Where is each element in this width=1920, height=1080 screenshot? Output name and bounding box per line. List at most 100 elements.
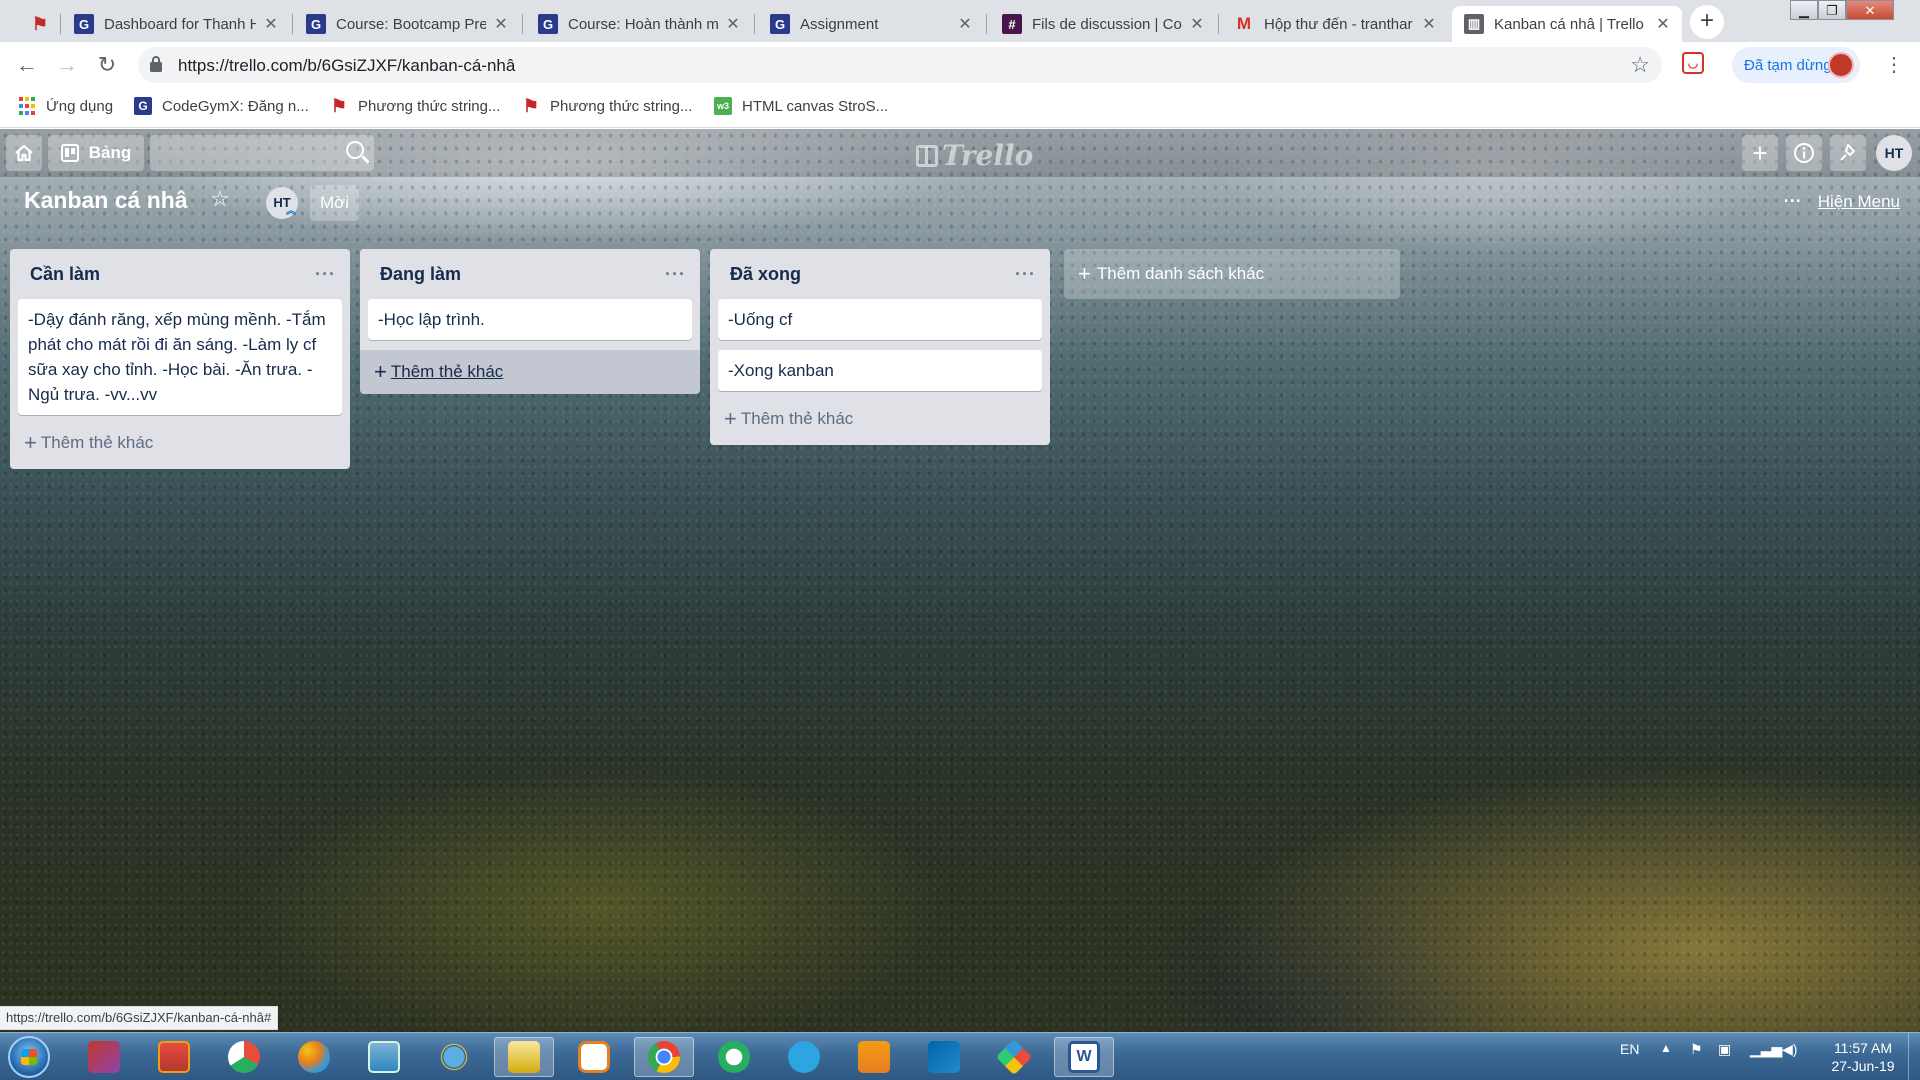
list-header[interactable]: Đang làm ···	[368, 249, 692, 299]
show-menu-button[interactable]: ··· Hiện Menu	[1784, 191, 1900, 212]
bookmark-label: Phương thức string...	[550, 97, 693, 115]
volume-icon[interactable]: ◀)	[1782, 1041, 1797, 1058]
codegym-icon: G	[74, 14, 94, 34]
close-tab-icon[interactable]: ✕	[724, 14, 742, 34]
list-title[interactable]: Đang làm	[380, 264, 461, 285]
taskbar-app[interactable]	[844, 1037, 904, 1077]
card[interactable]: -Xong kanban	[718, 350, 1042, 391]
search-icon[interactable]	[346, 141, 364, 159]
list-header[interactable]: Đã xong ···	[718, 249, 1042, 299]
bookmark-string-methods-1[interactable]: ⚑ Phương thức string...	[330, 96, 501, 116]
taskbar-app[interactable]	[214, 1037, 274, 1077]
bookmark-codegymx[interactable]: G CodeGymX: Đăng n...	[134, 97, 309, 115]
board-title[interactable]: Kanban cá nhâ	[24, 187, 188, 214]
codegym-icon: G	[770, 14, 790, 34]
tab-slack-discussion[interactable]: # Fils de discussion | Coc ✕	[990, 6, 1216, 42]
boards-button[interactable]: Bảng	[48, 135, 144, 171]
taskbar-app[interactable]	[914, 1037, 974, 1077]
power-icon[interactable]: ▣	[1718, 1041, 1731, 1058]
card[interactable]: -Dậy đánh răng, xếp mùng mềnh. -Tắm phát…	[18, 299, 342, 415]
taskbar-app[interactable]	[774, 1037, 834, 1077]
tab-course-hoan-thanh[interactable]: G Course: Hoàn thành m ✕	[526, 6, 752, 42]
taskbar-app[interactable]	[424, 1037, 484, 1077]
reload-button[interactable]: ↻	[92, 50, 122, 80]
taskbar-app[interactable]	[74, 1037, 134, 1077]
close-tab-icon[interactable]: ✕	[1420, 14, 1438, 34]
invite-button[interactable]: Mời	[310, 185, 360, 221]
bookmark-html-canvas[interactable]: w3 HTML canvas StroS...	[714, 97, 888, 115]
add-card-button[interactable]: + Thêm thẻ khác	[360, 350, 700, 394]
lock-icon[interactable]	[150, 56, 162, 72]
start-button[interactable]	[8, 1036, 50, 1078]
network-icon[interactable]: ▁▃▅	[1750, 1041, 1782, 1058]
info-button[interactable]	[1786, 135, 1822, 171]
add-list-button[interactable]: + Thêm danh sách khác	[1064, 249, 1400, 299]
tab-title: Kanban cá nhâ | Trello	[1494, 15, 1644, 33]
action-center-icon[interactable]: ⚑	[1690, 1041, 1703, 1058]
taskbar-app[interactable]	[494, 1037, 554, 1077]
tab-dashboard[interactable]: G Dashboard for Thanh H ✕	[62, 6, 290, 42]
show-hidden-icons-icon[interactable]: ▲	[1660, 1041, 1672, 1055]
trello-logo-icon	[916, 144, 938, 167]
list-menu-icon[interactable]: ···	[315, 264, 336, 285]
close-tab-icon[interactable]: ✕	[1654, 14, 1672, 34]
taskbar-app[interactable]	[704, 1037, 764, 1077]
taskbar-app[interactable]: W	[1054, 1037, 1114, 1077]
list-menu-icon[interactable]: ···	[1015, 264, 1036, 285]
gmail-icon: M	[1236, 14, 1252, 33]
taskbar-app[interactable]	[634, 1037, 694, 1077]
taskbar-app[interactable]	[284, 1037, 344, 1077]
maximize-window-button[interactable]: ❐	[1818, 0, 1846, 20]
forward-button[interactable]: →	[52, 50, 82, 80]
new-tab-button[interactable]: +	[1690, 5, 1724, 39]
browser-menu-icon[interactable]: ⋮	[1884, 52, 1904, 77]
search-input[interactable]	[150, 135, 374, 171]
add-card-button[interactable]: + Thêm thẻ khác	[718, 401, 1042, 437]
bookmark-apps[interactable]: Ứng dụng	[18, 97, 113, 115]
list-menu-icon[interactable]: ···	[665, 264, 686, 285]
close-tab-icon[interactable]: ✕	[492, 14, 510, 34]
taskbar-app[interactable]	[144, 1037, 204, 1077]
taskbar-app[interactable]	[564, 1037, 624, 1077]
minimize-window-button[interactable]: ▁	[1790, 0, 1818, 20]
close-tab-icon[interactable]: ✕	[1188, 14, 1206, 34]
close-tab-icon[interactable]: ✕	[956, 14, 974, 34]
show-menu-label: Hiện Menu	[1817, 191, 1900, 211]
url-text: https://trello.com/b/6GsiZJXF/kanban-cá-…	[178, 56, 516, 75]
address-bar[interactable]: https://trello.com/b/6GsiZJXF/kanban-cá-…	[138, 47, 1662, 83]
user-avatar[interactable]: HT	[1876, 135, 1912, 171]
list-title[interactable]: Đã xong	[730, 264, 801, 285]
list-header[interactable]: Cần làm ···	[18, 249, 342, 299]
star-board-icon[interactable]: ☆	[210, 186, 230, 212]
slack-icon: #	[1002, 14, 1022, 34]
system-clock[interactable]: 11:57 AM 27-Jun-19	[1818, 1039, 1908, 1075]
tab-gmail-inbox[interactable]: M Hộp thư đến - tranthar ✕	[1222, 6, 1448, 42]
profile-paused-button[interactable]: Đã tạm dừng	[1732, 47, 1860, 83]
close-tab-icon[interactable]: ✕	[262, 14, 280, 34]
list-title[interactable]: Cần làm	[30, 264, 100, 285]
tab-assignment[interactable]: G Assignment ✕	[758, 6, 984, 42]
close-window-button[interactable]: ✕	[1846, 0, 1894, 20]
back-button[interactable]: ←	[12, 50, 42, 80]
card[interactable]: -Học lập trình.	[368, 299, 692, 340]
list-can-lam: Cần làm ··· -Dậy đánh răng, xếp mùng mền…	[10, 249, 350, 469]
show-desktop-button[interactable]	[1908, 1033, 1920, 1080]
tab-bootcamp-prep[interactable]: G Course: Bootcamp Prep ✕	[294, 6, 520, 42]
bookmark-string-methods-2[interactable]: ⚑ Phương thức string...	[522, 96, 693, 116]
taskbar-app[interactable]	[354, 1037, 414, 1077]
bookmark-star-icon[interactable]: ☆	[1630, 52, 1650, 78]
language-indicator[interactable]: EN	[1620, 1041, 1639, 1057]
taskbar-app[interactable]	[984, 1037, 1044, 1077]
notifications-button[interactable]	[1830, 135, 1866, 171]
board-member-avatar[interactable]: HT ︽	[266, 187, 298, 219]
home-button[interactable]	[6, 135, 42, 171]
extension-icon[interactable]: ◡	[1682, 52, 1704, 74]
telegram-icon	[788, 1041, 820, 1073]
trello-logo[interactable]: Trello	[916, 139, 1033, 172]
card[interactable]: -Uống cf	[718, 299, 1042, 340]
create-button[interactable]: +	[1742, 135, 1778, 171]
add-card-button[interactable]: + Thêm thẻ khác	[18, 425, 342, 461]
tab-kanban-trello[interactable]: ▥ Kanban cá nhâ | Trello ✕	[1452, 6, 1682, 42]
tab-title: Course: Bootcamp Prep	[336, 15, 486, 33]
board-header: Kanban cá nhâ ☆ HT ︽ Mời ··· Hiện Menu	[0, 177, 1920, 229]
